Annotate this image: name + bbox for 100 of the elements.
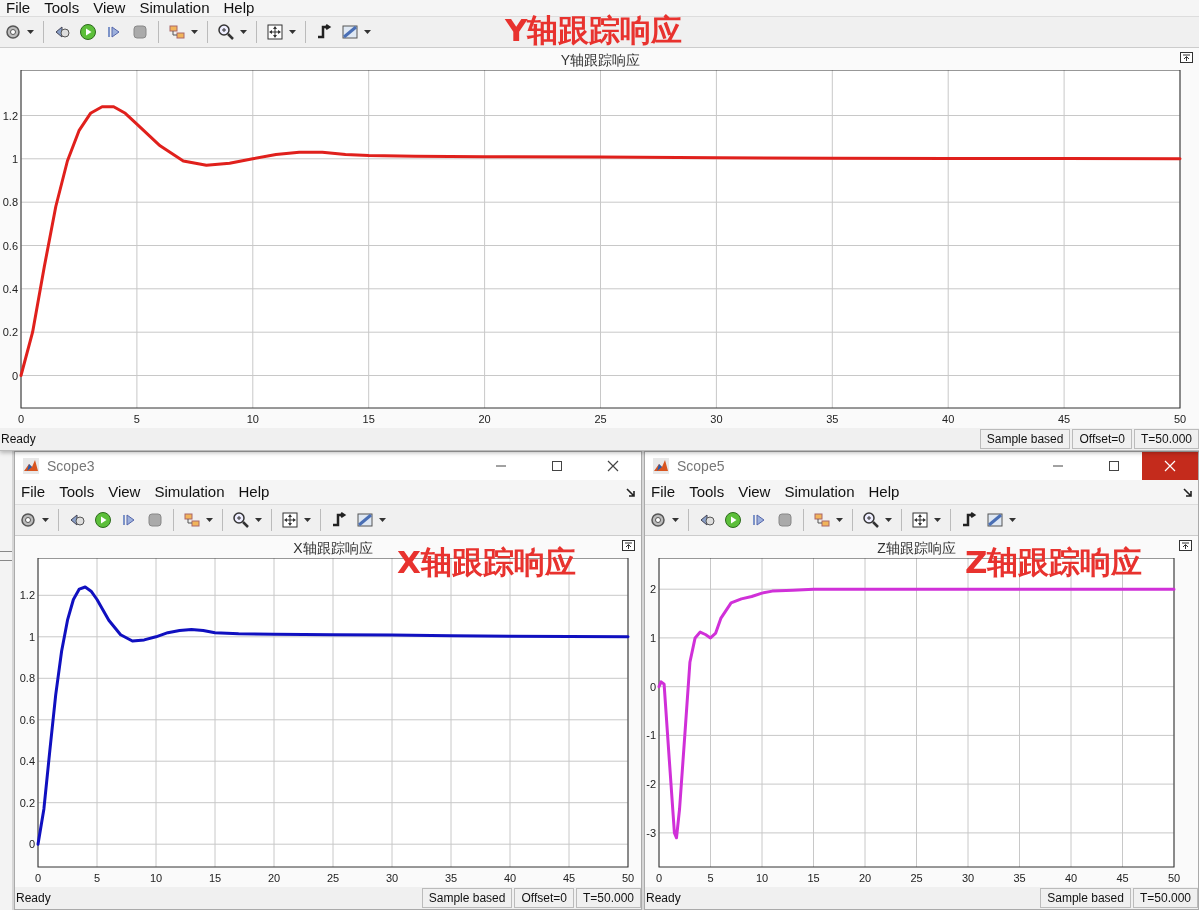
menu-item[interactable]: Help: [868, 484, 900, 500]
menu-item[interactable]: Tools: [59, 484, 95, 500]
tick-label: 15: [208, 872, 222, 884]
step-back-icon[interactable]: [68, 511, 86, 529]
caret-icon[interactable]: [1009, 518, 1016, 522]
ruler-icon[interactable]: [356, 511, 374, 529]
overlay-caption: Z轴跟踪响应: [965, 544, 1143, 580]
app-icon[interactable]: [653, 458, 669, 474]
play-icon[interactable]: [79, 23, 97, 41]
menu-item[interactable]: File: [651, 484, 676, 500]
caret-icon[interactable]: [672, 518, 679, 522]
caret-icon[interactable]: [42, 518, 49, 522]
tick-label: 45: [1116, 872, 1129, 884]
stop-icon[interactable]: [776, 511, 794, 529]
step-back-icon[interactable]: [53, 23, 71, 41]
tick-label: 0.6: [19, 713, 35, 726]
ruler-icon[interactable]: [341, 23, 359, 41]
menu-item[interactable]: View: [108, 484, 141, 500]
tick-label: 10: [755, 872, 769, 884]
menu-item[interactable]: Help: [223, 0, 255, 16]
menu-item[interactable]: Tools: [44, 0, 80, 16]
zoom-icon[interactable]: [232, 511, 250, 529]
autoscale-icon[interactable]: [266, 23, 284, 41]
stop-icon[interactable]: [131, 23, 149, 41]
settings-icon[interactable]: [649, 511, 667, 529]
status-field: T=50.000: [575, 888, 641, 908]
close-icon[interactable]: [607, 460, 619, 472]
highlight-blocks-icon[interactable]: [183, 511, 201, 529]
highlight-blocks-icon[interactable]: [813, 511, 831, 529]
caret-icon[interactable]: [885, 518, 892, 522]
caret-icon[interactable]: [27, 30, 34, 34]
window-title: Scope5: [677, 458, 725, 474]
ruler-icon[interactable]: [986, 511, 1004, 529]
caret-icon[interactable]: [304, 518, 311, 522]
menu-item[interactable]: Help: [238, 484, 270, 500]
chart-title: Y轴跟踪响应: [559, 51, 642, 70]
tick-label: 0.2: [19, 796, 35, 809]
chart-title: X轴跟踪响应: [292, 539, 374, 558]
caret-icon[interactable]: [240, 30, 247, 34]
menu-item[interactable]: View: [93, 0, 126, 16]
menu-item[interactable]: File: [21, 484, 46, 500]
triggers-icon[interactable]: [960, 511, 978, 529]
status-field: T=50.000: [1132, 888, 1198, 908]
play-icon[interactable]: [94, 511, 112, 529]
tick-label: 50: [1173, 413, 1187, 425]
maximize-icon[interactable]: [551, 460, 563, 472]
menu-item[interactable]: Simulation: [784, 484, 855, 500]
dock-arrow-icon[interactable]: [626, 487, 635, 497]
zoom-icon[interactable]: [217, 23, 235, 41]
play-icon[interactable]: [724, 511, 742, 529]
settings-icon[interactable]: [4, 23, 22, 41]
tick-label: 20: [478, 413, 491, 425]
tick-label: 1.2: [19, 589, 35, 602]
caret-icon[interactable]: [836, 518, 843, 522]
highlight-blocks-icon[interactable]: [168, 23, 186, 41]
zoom-icon[interactable]: [862, 511, 880, 529]
undock-icon[interactable]: [622, 540, 635, 551]
tick-label: 40: [942, 413, 955, 425]
tick-label: 10: [149, 872, 163, 884]
menu-item[interactable]: File: [6, 0, 31, 16]
app-icon[interactable]: [23, 458, 39, 474]
caret-icon[interactable]: [206, 518, 213, 522]
caret-icon[interactable]: [934, 518, 941, 522]
tick-label: 35: [1013, 872, 1026, 884]
menu-item[interactable]: Simulation: [139, 0, 210, 16]
caret-icon[interactable]: [191, 30, 198, 34]
status-field: Sample based: [421, 888, 513, 908]
status-field: Sample based: [1040, 888, 1131, 908]
tick-label: 30: [961, 872, 975, 884]
tick-label: 0: [28, 838, 35, 851]
undock-icon[interactable]: [1180, 52, 1193, 63]
dock-arrow-icon[interactable]: [1183, 487, 1192, 497]
triggers-icon[interactable]: [315, 23, 333, 41]
stop-icon[interactable]: [146, 511, 164, 529]
tick-label: 5: [133, 413, 140, 425]
menu-item[interactable]: Tools: [689, 484, 725, 500]
caret-icon[interactable]: [255, 518, 262, 522]
status-field: T=50.000: [1133, 429, 1199, 449]
step-back-icon[interactable]: [698, 511, 716, 529]
tick-label: 45: [562, 872, 576, 884]
tick-label: 40: [1064, 872, 1078, 884]
tick-label: 30: [385, 872, 399, 884]
tick-label: 1: [28, 630, 35, 643]
tick-label: 25: [594, 413, 607, 425]
menu-item[interactable]: Simulation: [154, 484, 225, 500]
triggers-icon[interactable]: [330, 511, 348, 529]
tick-label: 0: [34, 872, 42, 884]
status-field: Offset=0: [1072, 429, 1132, 449]
tick-label: 5: [707, 872, 714, 884]
menu-item[interactable]: View: [738, 484, 771, 500]
tick-label: 5: [93, 872, 101, 884]
caret-icon[interactable]: [289, 30, 296, 34]
autoscale-icon[interactable]: [911, 511, 929, 529]
settings-icon[interactable]: [19, 511, 37, 529]
maximize-icon[interactable]: [1108, 460, 1120, 472]
autoscale-icon[interactable]: [281, 511, 299, 529]
caret-icon[interactable]: [379, 518, 386, 522]
tick-label: 50: [621, 872, 635, 884]
caret-icon[interactable]: [364, 30, 371, 34]
undock-icon[interactable]: [1179, 540, 1192, 551]
